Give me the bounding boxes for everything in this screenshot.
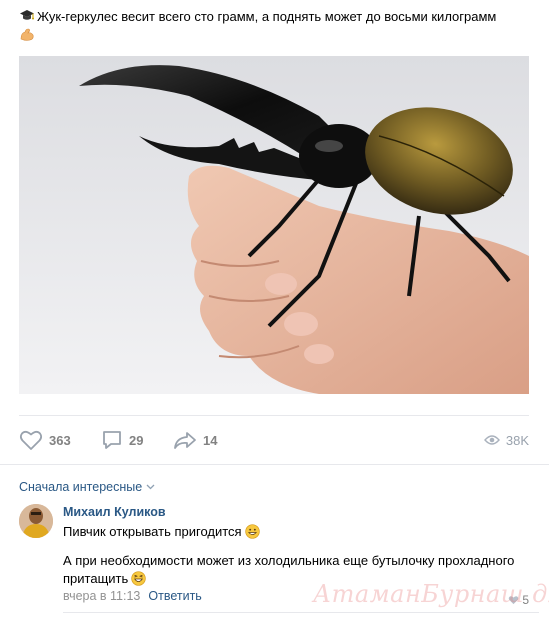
comment-footer: вчера в 11:13 Ответить <box>63 589 539 603</box>
post-divider <box>19 415 529 416</box>
avatar[interactable] <box>19 504 53 538</box>
comments-sort-dropdown[interactable]: Сначала интересные <box>19 480 155 494</box>
comment-text-line1: Пивчик открывать пригодится <box>63 523 539 540</box>
like-button[interactable]: 363 <box>19 426 71 454</box>
grinning-emoji-icon <box>244 524 260 539</box>
chevron-down-icon <box>146 484 155 490</box>
post-caption-text: Жук-геркулес весит всего сто грамм, а по… <box>37 9 497 24</box>
comment-like-count: 5 <box>522 593 529 607</box>
like-count: 363 <box>49 432 71 448</box>
comment-icon <box>103 431 121 449</box>
avatar-image <box>19 504 53 538</box>
views-count: 38K <box>505 432 529 448</box>
hercules-beetle-image <box>19 56 529 394</box>
share-button[interactable]: 14 <box>173 426 217 454</box>
post-caption: Жук-геркулес весит всего сто грамм, а по… <box>19 8 539 41</box>
post-photo[interactable] <box>19 56 529 394</box>
heart-icon <box>509 596 519 605</box>
heart-icon <box>19 431 43 450</box>
reply-button[interactable]: Ответить <box>148 589 201 603</box>
comment-text-line2: А при необходимости может из холодильник… <box>63 552 533 588</box>
views-counter: 38K <box>483 426 529 454</box>
eye-icon <box>483 435 500 445</box>
laughing-emoji-icon <box>131 571 146 586</box>
post-action-bar: 363 29 14 38K <box>19 426 529 454</box>
share-count: 14 <box>203 432 218 448</box>
comment-timestamp: вчера в 11:13 <box>63 589 141 603</box>
share-arrow-icon <box>174 432 196 449</box>
comment-count: 29 <box>129 432 144 448</box>
comments-divider <box>0 464 549 465</box>
comment-like-button[interactable]: 5 <box>508 593 529 607</box>
graduation-cap-icon <box>20 10 34 20</box>
comment-text-1: Пивчик открывать пригодится <box>63 524 242 539</box>
comments-sort-label: Сначала интересные <box>19 480 143 494</box>
flexed-biceps-icon <box>20 28 34 41</box>
comment-button[interactable]: 29 <box>101 426 143 454</box>
comment-author[interactable]: Михаил Куликов <box>63 504 539 520</box>
comment-divider <box>63 612 539 613</box>
